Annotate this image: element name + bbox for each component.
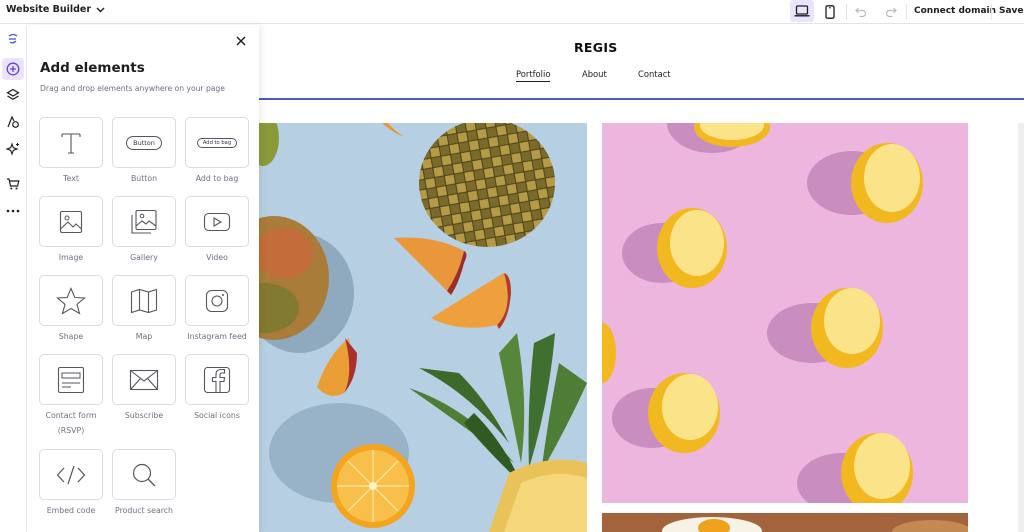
lemon-photo[interactable]	[602, 123, 968, 503]
nav-portfolio[interactable]: Portfolio	[516, 69, 551, 82]
video-icon	[203, 212, 231, 231]
layers-icon	[6, 88, 20, 100]
contact-form-element-tile[interactable]	[39, 354, 103, 405]
tile-label: Image	[58, 253, 84, 262]
add-to-bag-element-tile[interactable]: Add to bag	[185, 117, 249, 168]
next-photo-edge	[1018, 123, 1024, 532]
map-icon	[130, 288, 158, 313]
tile-label-line: Contact form	[45, 411, 97, 420]
panel-title: Add elements	[40, 60, 145, 76]
more-button[interactable]	[2, 200, 24, 222]
lemon-illustration	[602, 123, 923, 503]
tile-label: Button	[130, 174, 158, 183]
layers-button[interactable]	[2, 84, 24, 106]
instagram-element-tile[interactable]	[185, 275, 249, 326]
fruit-photo[interactable]	[259, 123, 587, 532]
save-button[interactable]: Save	[999, 6, 1024, 16]
nav-contact[interactable]: Contact	[638, 69, 671, 79]
redo-icon	[885, 7, 897, 17]
social-icons-element-tile[interactable]	[185, 354, 249, 405]
contact-form-icon	[57, 366, 85, 393]
tile-label: Embed code	[46, 506, 96, 515]
button-element-tile[interactable]: Button	[112, 117, 176, 168]
map-element-tile[interactable]	[112, 275, 176, 326]
text-icon	[61, 132, 81, 154]
website-builder-menu[interactable]: Website Builder	[6, 4, 105, 15]
add-elements-button[interactable]	[2, 58, 24, 80]
tile-label-line: (RSVP)	[57, 426, 85, 435]
embed-code-icon	[56, 465, 86, 484]
shape-icon	[56, 286, 86, 315]
tile-label: Product search	[115, 506, 173, 515]
chevron-down-icon	[96, 7, 105, 12]
header-divider	[259, 98, 1024, 100]
logo-icon	[8, 33, 18, 44]
desktop-view-button[interactable]	[790, 0, 814, 22]
nav-about[interactable]: About	[582, 69, 607, 79]
desktop-icon	[794, 5, 810, 17]
tile-label: Shape	[58, 332, 84, 341]
tile-label: Gallery	[130, 253, 158, 262]
toolbar-divider	[846, 4, 847, 20]
ai-tools-button[interactable]	[2, 138, 24, 160]
connect-domain-button[interactable]: Connect domain	[914, 6, 996, 16]
top-bar: Website Builder Connect domain Save	[0, 0, 1024, 24]
site-title[interactable]: REGIS	[574, 40, 618, 55]
embed-code-element-tile[interactable]	[39, 449, 103, 500]
close-panel-button[interactable]	[233, 33, 249, 49]
styles-button[interactable]	[2, 111, 24, 133]
fruit-illustration	[259, 123, 587, 532]
store-button[interactable]	[2, 173, 24, 195]
social-icons-icon	[203, 366, 231, 393]
button-icon: Button	[126, 135, 162, 150]
subscribe-icon	[129, 369, 159, 390]
tile-label: Add to bag	[195, 174, 239, 183]
undo-icon	[855, 7, 867, 17]
styles-icon	[7, 115, 19, 128]
toolbar-divider	[991, 4, 992, 20]
video-element-tile[interactable]	[185, 196, 249, 247]
ai-tools-icon	[6, 142, 19, 156]
tile-label: Subscribe	[124, 411, 164, 420]
redo-button[interactable]	[882, 0, 900, 24]
text-element-tile[interactable]	[39, 117, 103, 168]
logo-button[interactable]	[2, 28, 24, 50]
gallery-icon	[131, 209, 157, 234]
app-title: Website Builder	[6, 4, 92, 15]
product-search-element-tile[interactable]	[112, 449, 176, 500]
shape-element-tile[interactable]	[39, 275, 103, 326]
tile-label: Text	[63, 174, 79, 183]
subscribe-element-tile[interactable]	[112, 354, 176, 405]
image-element-tile[interactable]	[39, 196, 103, 247]
gallery-element-tile[interactable]	[112, 196, 176, 247]
image-icon	[59, 210, 83, 233]
more-icon	[6, 209, 20, 213]
add-to-bag-icon: Add to bag	[196, 137, 238, 148]
toolbar-divider	[906, 4, 907, 20]
tile-label: Instagram feed	[187, 332, 247, 341]
tile-label: Video	[206, 253, 228, 262]
mobile-view-button[interactable]	[820, 0, 840, 24]
panel-subtitle: Drag and drop elements anywhere on your …	[40, 84, 225, 93]
instagram-icon	[205, 289, 229, 312]
left-rail	[0, 25, 27, 532]
undo-button[interactable]	[852, 0, 870, 24]
product-search-icon	[132, 463, 156, 486]
close-icon	[236, 36, 246, 46]
mobile-icon	[825, 5, 835, 19]
add-elements-panel: Add elements Drag and drop elements anyw…	[28, 25, 259, 532]
egg-illustration	[662, 517, 968, 532]
egg-photo[interactable]	[602, 513, 968, 532]
store-icon	[7, 178, 20, 190]
tile-label: Map	[135, 332, 153, 341]
tile-label: Contact form (RSVP)	[31, 408, 111, 438]
add-elements-icon	[6, 62, 20, 76]
tile-label: Social icons	[194, 411, 240, 420]
